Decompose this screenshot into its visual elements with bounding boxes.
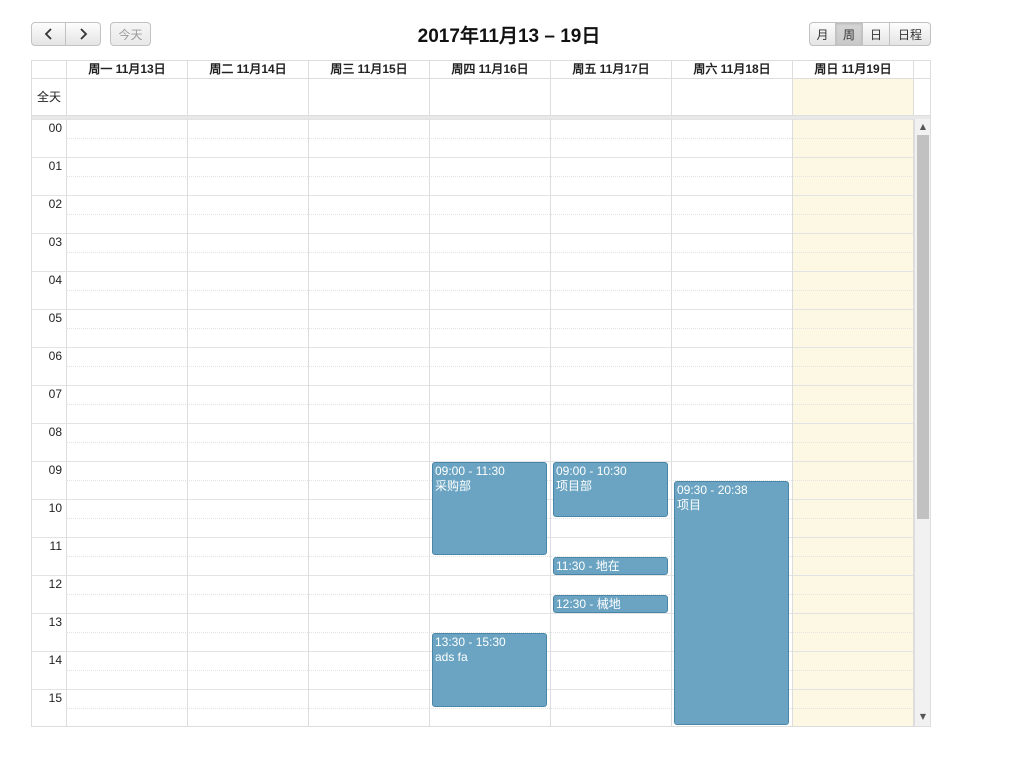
hour-label: 13 xyxy=(48,615,62,629)
day-header: 周五 11月17日 xyxy=(550,61,671,78)
half-hour-line xyxy=(66,328,914,329)
hour-label: 00 xyxy=(48,121,62,135)
half-hour-line xyxy=(66,366,914,367)
view-button-3[interactable]: 日程 xyxy=(890,22,931,46)
day-header: 周三 11月15日 xyxy=(308,61,429,78)
calendar-event[interactable]: 12:30 - 械地 xyxy=(553,595,668,613)
column-line xyxy=(550,119,551,726)
column-line xyxy=(66,119,67,726)
hour-line xyxy=(32,423,914,424)
allday-cell[interactable] xyxy=(550,79,671,115)
calendar-event[interactable]: 11:30 - 地在 xyxy=(553,557,668,575)
time-grid[interactable]: 00 01 02 03 04 05 06 07 08 09 10 11 12 13 14 15 09:00 - … xyxy=(32,119,930,726)
half-hour-line xyxy=(66,138,914,139)
calendar-event[interactable]: 09:30 - 20:38 项目 xyxy=(674,481,789,725)
half-hour-line xyxy=(66,214,914,215)
allday-cell[interactable] xyxy=(792,79,913,115)
hour-label: 08 xyxy=(48,425,62,439)
hour-label: 03 xyxy=(48,235,62,249)
event-time: 12:30 - 械地 xyxy=(556,597,621,611)
hour-line xyxy=(32,195,914,196)
day-header: 周日 11月19日 xyxy=(792,61,913,78)
view-button-0[interactable]: 月 xyxy=(809,22,836,46)
header-gutter xyxy=(913,61,929,78)
hour-label: 09 xyxy=(48,463,62,477)
half-hour-line xyxy=(66,404,914,405)
allday-cell[interactable] xyxy=(66,79,187,115)
allday-cell[interactable] xyxy=(308,79,429,115)
calendar: 周一 11月13日 周二 11月14日 周三 11月15日 周四 11月16日 周五 1… xyxy=(31,60,931,727)
calendar-event[interactable]: 09:00 - 10:30 项目部 xyxy=(553,462,668,517)
hour-line xyxy=(32,309,914,310)
allday-cell[interactable] xyxy=(187,79,308,115)
hour-line xyxy=(32,157,914,158)
column-line xyxy=(671,119,672,726)
hour-label: 07 xyxy=(48,387,62,401)
hour-line xyxy=(32,347,914,348)
event-title: 项目 xyxy=(677,498,702,512)
hour-label: 14 xyxy=(48,653,62,667)
hour-label: 01 xyxy=(48,159,62,173)
view-button-1[interactable]: 周 xyxy=(836,22,863,46)
hour-label: 05 xyxy=(48,311,62,325)
hour-label: 10 xyxy=(48,501,62,515)
hour-line xyxy=(32,233,914,234)
hour-label: 12 xyxy=(48,577,62,591)
event-time: 13:30 - 15:30 xyxy=(435,635,506,649)
scroll-up-icon[interactable]: ▲ xyxy=(915,122,930,131)
allday-row: 全天 xyxy=(32,79,930,116)
hour-line xyxy=(32,271,914,272)
hour-label: 15 xyxy=(48,691,62,705)
allday-label: 全天 xyxy=(36,90,61,104)
event-title: 项目部 xyxy=(556,479,593,493)
day-header-row: 周一 11月13日 周二 11月14日 周三 11月15日 周四 11月16日 周五 1… xyxy=(32,61,930,79)
calendar-event[interactable]: 13:30 - 15:30 ads fa xyxy=(432,633,547,707)
half-hour-line xyxy=(66,442,914,443)
half-hour-line xyxy=(66,252,914,253)
vertical-scrollbar[interactable]: ▲ ▼ xyxy=(914,119,930,726)
event-title: ads fa xyxy=(435,650,468,664)
hour-label: 04 xyxy=(48,273,62,287)
day-header: 周六 11月18日 xyxy=(671,61,792,78)
column-line xyxy=(187,119,188,726)
calendar-event[interactable]: 09:00 - 11:30 采购部 xyxy=(432,462,547,555)
hour-label: 02 xyxy=(48,197,62,211)
allday-gutter xyxy=(913,79,929,115)
event-time: 09:30 - 20:38 xyxy=(677,483,748,497)
view-button-2[interactable]: 日 xyxy=(863,22,890,46)
day-header: 周一 11月13日 xyxy=(66,61,187,78)
hour-label: 06 xyxy=(48,349,62,363)
column-line xyxy=(792,119,793,726)
half-hour-line xyxy=(66,290,914,291)
event-time: 11:30 - 地在 xyxy=(556,559,620,573)
hour-line xyxy=(32,119,914,120)
scroll-down-icon[interactable]: ▼ xyxy=(915,712,930,721)
event-title: 采购部 xyxy=(435,479,472,493)
hour-label: 11 xyxy=(49,539,62,553)
allday-cell[interactable] xyxy=(671,79,792,115)
hour-line xyxy=(32,385,914,386)
allday-cell[interactable] xyxy=(429,79,550,115)
day-header: 周二 11月14日 xyxy=(187,61,308,78)
column-line xyxy=(429,119,430,726)
half-hour-line xyxy=(66,176,914,177)
day-header: 周四 11月16日 xyxy=(429,61,550,78)
scrollbar-thumb[interactable] xyxy=(917,135,929,519)
event-time: 09:00 - 11:30 xyxy=(435,464,505,478)
event-time: 09:00 - 10:30 xyxy=(556,464,627,478)
column-line xyxy=(308,119,309,726)
